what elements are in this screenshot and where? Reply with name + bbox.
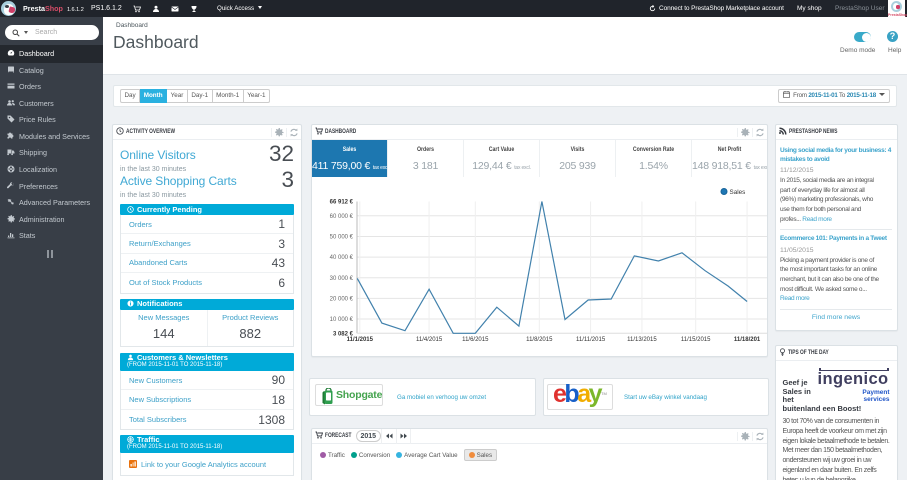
svg-text:11/8/2015: 11/8/2015: [526, 337, 553, 343]
svg-text:40 000 €: 40 000 €: [330, 255, 354, 261]
svg-text:11/11/2015: 11/11/2015: [576, 337, 606, 343]
svg-text:11/4/2015: 11/4/2015: [416, 337, 443, 343]
svg-text:11/13/2015: 11/13/2015: [627, 337, 657, 343]
svg-text:50 000 €: 50 000 €: [330, 235, 354, 241]
svg-text:11/15/2015: 11/15/2015: [681, 337, 711, 343]
svg-text:Sales: Sales: [730, 189, 746, 196]
svg-text:11/18/201: 11/18/201: [734, 337, 761, 343]
svg-text:60 000 €: 60 000 €: [330, 214, 354, 220]
svg-text:11/1/2015: 11/1/2015: [347, 337, 374, 343]
svg-text:30 000 €: 30 000 €: [330, 276, 354, 282]
svg-text:66 912 €: 66 912 €: [330, 200, 354, 206]
svg-text:20 000 €: 20 000 €: [330, 296, 354, 302]
svg-text:11/6/2015: 11/6/2015: [462, 337, 489, 343]
svg-text:10 000 €: 10 000 €: [330, 317, 354, 323]
